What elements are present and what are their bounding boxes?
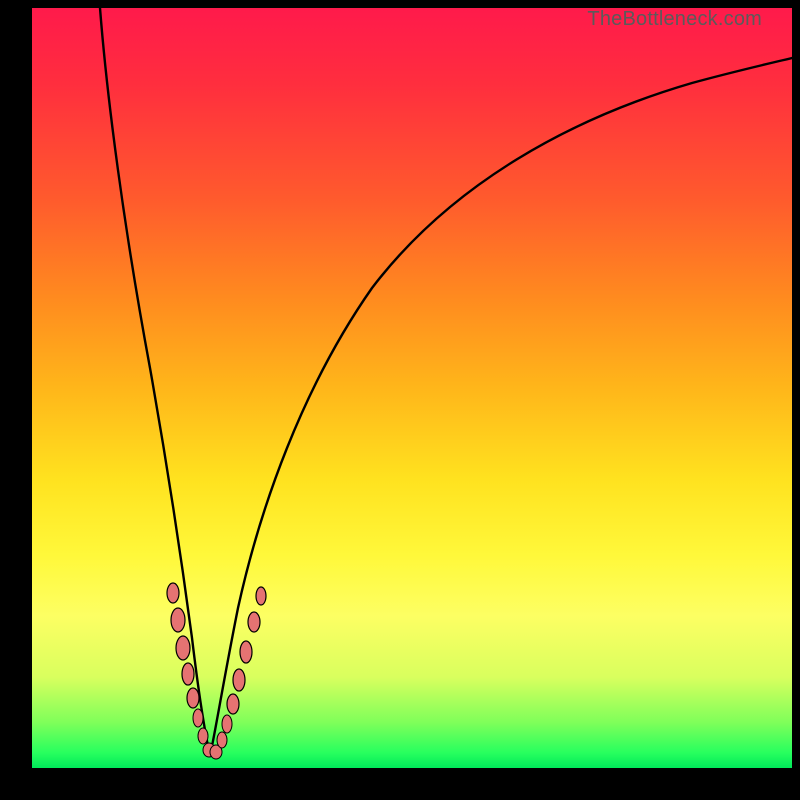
bead xyxy=(193,709,203,727)
curve-left xyxy=(100,8,210,756)
bead xyxy=(217,732,227,748)
bead xyxy=(248,612,260,632)
curves-svg xyxy=(32,8,792,768)
bead xyxy=(256,587,266,605)
bead xyxy=(187,688,199,708)
bead xyxy=(171,608,185,632)
bead xyxy=(182,663,194,685)
bead xyxy=(222,715,232,733)
bead xyxy=(198,728,208,744)
bead xyxy=(176,636,190,660)
bead xyxy=(167,583,179,603)
plot-area xyxy=(32,8,792,768)
bead xyxy=(227,694,239,714)
bead xyxy=(240,641,252,663)
curve-right xyxy=(210,58,792,756)
bead xyxy=(233,669,245,691)
chart-frame: TheBottleneck.com xyxy=(0,0,800,800)
